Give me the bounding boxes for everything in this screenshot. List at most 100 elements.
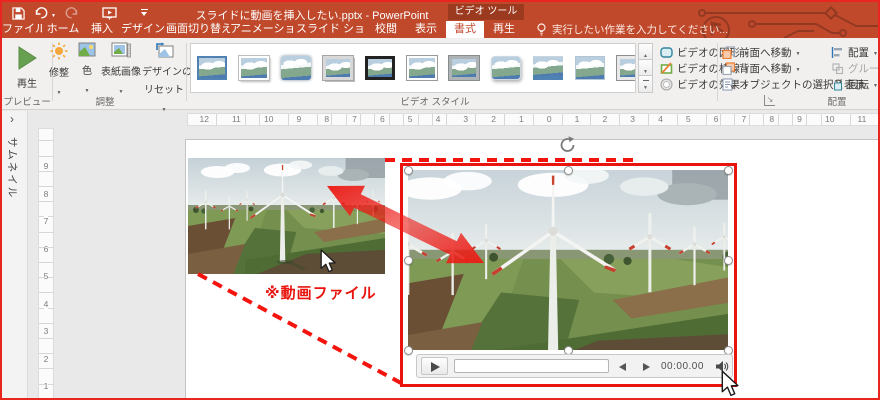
video-style-thumb[interactable]: [281, 56, 311, 80]
film-frame-icon: [111, 42, 131, 59]
align-icon: [831, 46, 844, 59]
tab-slideshow[interactable]: スライド ショー: [296, 21, 366, 38]
tab-transitions[interactable]: 画面切り替え: [166, 21, 230, 38]
frame-forward-icon[interactable]: [643, 363, 650, 371]
dropdown-caret: [873, 78, 878, 90]
video-effects-icon: [660, 78, 673, 91]
video-object-selected[interactable]: [408, 170, 728, 350]
redo-icon: [65, 7, 79, 19]
customize-qat-icon[interactable]: [140, 9, 149, 17]
save-icon[interactable]: [12, 7, 25, 20]
reset-design-button[interactable]: デザインの リセット: [142, 42, 186, 116]
tab-view[interactable]: 表示: [406, 21, 446, 38]
thumbnail-pane-collapsed[interactable]: › サムネイル: [2, 111, 28, 400]
ruler-number: 7: [44, 216, 49, 226]
title-bar: スライドに動画を挿入したい.pptx - PowerPoint ビデオ ツール …: [2, 2, 878, 38]
ribbon: 再生 修整 色: [2, 38, 878, 110]
powerpoint-window: スライドに動画を挿入したい.pptx - PowerPoint ビデオ ツール …: [0, 0, 880, 400]
video-border-icon: [660, 62, 673, 75]
ruler-number: 11: [230, 114, 243, 125]
group-label-preview: プレビュー: [2, 94, 52, 108]
color-button[interactable]: 色: [76, 42, 98, 97]
video-style-thumb[interactable]: [197, 56, 227, 80]
ruler-number: 6: [378, 114, 387, 125]
dropdown-caret: [796, 46, 801, 58]
gallery-more-icon[interactable]: [638, 76, 653, 93]
ruler-number: 11: [856, 114, 869, 125]
gallery-scroll-down-icon[interactable]: [638, 60, 653, 77]
video-style-thumb[interactable]: [407, 56, 437, 80]
corrections-button[interactable]: 修整: [44, 42, 74, 99]
bring-forward-button[interactable]: 前面へ移動: [722, 44, 800, 60]
video-placeholder-small[interactable]: [188, 158, 385, 274]
annotation-note: ※動画ファイル: [265, 282, 377, 303]
seek-bar[interactable]: [454, 359, 609, 373]
video-style-thumb[interactable]: [575, 56, 605, 80]
video-style-thumb[interactable]: [365, 56, 395, 80]
ruler-number: 8: [44, 189, 49, 199]
ribbon-tabs: ファイル ホーム 挿入 デザイン 画面切り替え アニメーション スライド ショー…: [2, 21, 524, 38]
rotation-handle[interactable]: [558, 135, 578, 155]
tab-animations[interactable]: アニメーション: [230, 21, 296, 38]
undo-dropdown[interactable]: [51, 4, 56, 22]
bottom-margin: [0, 400, 880, 410]
tab-design[interactable]: デザイン: [120, 21, 166, 38]
ruler-number: 9: [44, 161, 49, 171]
video-style-thumb[interactable]: [491, 56, 521, 80]
video-controls-bar: 00:00.00: [416, 354, 733, 378]
play-button[interactable]: [421, 357, 448, 375]
ruler-number: 4: [434, 114, 443, 125]
color-picture-icon: [78, 42, 96, 58]
play-preview-button[interactable]: 再生: [5, 41, 49, 101]
video-style-thumb[interactable]: [449, 56, 479, 80]
tell-me-search[interactable]: 実行したい作業を入力してください...: [536, 21, 728, 37]
dropdown-caret: [873, 46, 878, 58]
ruler-number: 6: [712, 114, 721, 125]
tab-insert[interactable]: 挿入: [84, 21, 120, 38]
gallery-scroll-up-icon[interactable]: [638, 43, 653, 60]
ruler-number: 2: [44, 354, 49, 364]
send-backward-button[interactable]: 背面へ移動: [722, 60, 800, 76]
video-style-thumb[interactable]: [533, 56, 563, 80]
sun-icon: [50, 42, 68, 60]
ruler-number: 3: [461, 114, 470, 125]
rotate-button[interactable]: 回転: [831, 76, 878, 92]
selection-handle-middle-left[interactable]: [404, 256, 413, 265]
group-label-adjust: 調整: [81, 94, 129, 108]
start-slideshow-icon[interactable]: [102, 7, 117, 20]
ruler-number: 7: [740, 114, 749, 125]
selection-handle-top-right[interactable]: [724, 166, 733, 175]
ruler-number: 10: [823, 114, 836, 125]
tab-review[interactable]: 校閲: [366, 21, 406, 38]
ruler-number: 9: [795, 114, 804, 125]
horizontal-ruler: 12111098765432101234567891011: [187, 113, 879, 126]
rotate-icon: [831, 78, 844, 91]
selection-handle-bottom-left[interactable]: [404, 346, 413, 355]
poster-frame-button[interactable]: 表紙画像: [100, 42, 142, 98]
selection-pane-icon: [722, 78, 735, 91]
video-style-thumb[interactable]: [239, 56, 269, 80]
group-label-video-styles: ビデオ スタイル: [385, 94, 485, 108]
selection-handle-middle-right[interactable]: [724, 256, 733, 265]
group-objects-icon: [831, 62, 844, 75]
video-style-thumb[interactable]: [323, 56, 353, 80]
ruler-number: 8: [322, 114, 331, 125]
mute-icon[interactable]: [715, 360, 729, 373]
selection-handle-top-middle[interactable]: [564, 166, 573, 175]
ruler-number: 5: [44, 271, 49, 281]
expand-pane-chevron-icon[interactable]: ›: [10, 112, 14, 126]
tab-format[interactable]: 書式: [446, 21, 484, 38]
ruler-number: 5: [406, 114, 415, 125]
frame-back-icon[interactable]: [619, 363, 626, 371]
tab-file[interactable]: ファイル: [2, 21, 42, 38]
tab-home[interactable]: ホーム: [42, 21, 84, 38]
styles-dialog-launcher-icon[interactable]: ↘: [764, 95, 775, 106]
video-style-thumb[interactable]: [617, 56, 636, 80]
align-button[interactable]: 配置: [831, 44, 878, 60]
ruler-number: 7: [350, 114, 359, 125]
selection-handle-top-left[interactable]: [404, 166, 413, 175]
tab-playback[interactable]: 再生: [484, 21, 524, 38]
undo-icon[interactable]: [34, 7, 48, 19]
dropdown-caret: [796, 62, 801, 74]
tell-me-text: 実行したい作業を入力してください...: [552, 22, 728, 37]
